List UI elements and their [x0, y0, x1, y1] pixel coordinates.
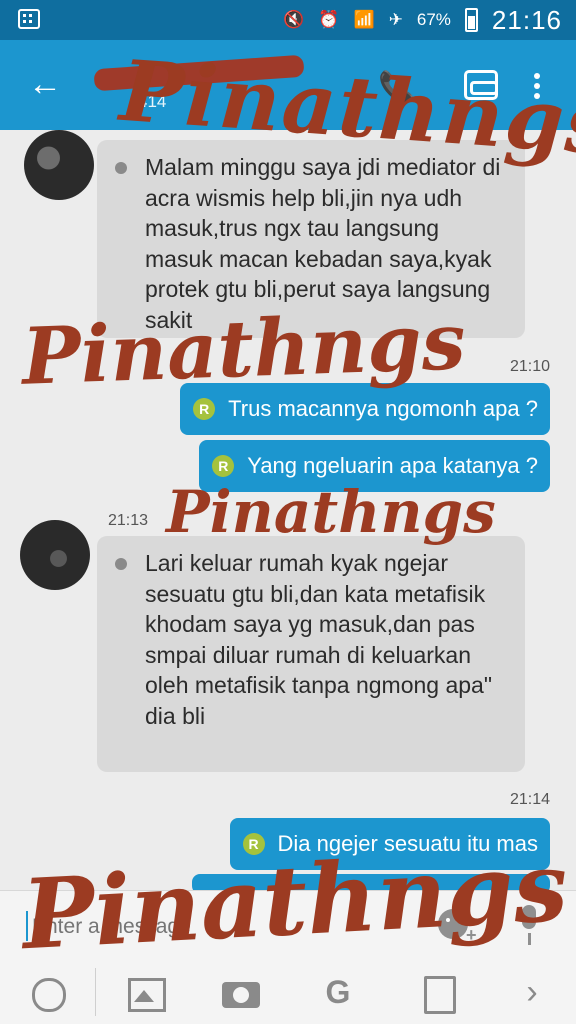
outgoing-message[interactable]: R Dia ngejer sesuatu itu mas [229, 818, 550, 870]
emoji-add-icon[interactable]: + [438, 909, 477, 945]
message-list[interactable]: Malam minggu saya jdi mediator di acra w… [0, 130, 576, 890]
alarm-icon: ⏰ [318, 10, 340, 29]
contact-avatar[interactable] [24, 130, 94, 200]
document-icon[interactable] [416, 972, 456, 1014]
image-icon[interactable] [124, 972, 166, 1012]
unread-dot-icon [115, 162, 127, 174]
battery-percent: 67% [416, 10, 451, 29]
mask-icon[interactable] [464, 70, 498, 100]
status-icons: 🔇 ⏰ 📶 ✈ 67% 21:16 [283, 4, 562, 36]
glympse-icon[interactable]: G [318, 972, 358, 1012]
incoming-message[interactable]: Lari keluar rumah kyak ngejar sesuatu gt… [97, 536, 525, 772]
outgoing-message[interactable]: R Yang ngeluarin apa katanya ? [199, 440, 550, 492]
wifi-icon: 📶 [353, 10, 375, 29]
contact-avatar[interactable] [20, 520, 90, 590]
outgoing-message[interactable]: R Trus macannya ngomonh apa ? [180, 383, 550, 435]
mute-icon: 🔇 [283, 10, 305, 29]
read-receipt-icon: R [212, 455, 235, 477]
message-timestamp: 21:10 [509, 358, 550, 375]
message-timestamp: 21:13 [108, 512, 149, 529]
camera-icon[interactable] [220, 972, 260, 1012]
app-bar: ← 414 📞 [0, 40, 576, 130]
unread-dot-icon [115, 558, 127, 570]
attachment-toolbar: G › [0, 960, 576, 1024]
overflow-menu-icon[interactable] [526, 70, 548, 104]
clock: 21:16 [491, 4, 562, 35]
status-bar: 🔇 ⏰ 📶 ✈ 67% 21:16 [0, 0, 576, 40]
message-text: Trus macannya ngomonh apa ? [228, 396, 538, 421]
incoming-message[interactable]: Malam minggu saya jdi mediator di acra w… [97, 140, 525, 338]
message-text: Dia ngejer sesuatu itu mas [277, 831, 538, 856]
read-receipt-icon: R [242, 833, 265, 855]
battery-icon [464, 8, 478, 32]
read-receipt-icon: R [193, 398, 216, 420]
timer-icon[interactable] [28, 972, 68, 1012]
microphone-icon[interactable] [516, 905, 542, 947]
contact-subtitle: 414 [138, 92, 167, 111]
outgoing-message-partial[interactable] [192, 874, 550, 890]
chevron-right-icon[interactable]: › [512, 972, 552, 1012]
message-timestamp: 21:14 [509, 791, 550, 808]
message-text: Malam minggu saya jdi mediator di acra w… [145, 154, 501, 333]
airplane-icon: ✈ [388, 10, 403, 29]
message-text: Lari keluar rumah kyak ngejar sesuatu gt… [145, 550, 492, 729]
toolbar-divider [95, 968, 96, 1016]
bbm-notification-icon [18, 9, 40, 29]
call-icon[interactable]: 📞 [378, 70, 415, 105]
message-input[interactable] [26, 911, 416, 943]
back-arrow-icon[interactable]: ← [28, 64, 62, 104]
compose-bar: + [0, 890, 576, 960]
message-text: Yang ngeluarin apa katanya ? [247, 453, 538, 478]
